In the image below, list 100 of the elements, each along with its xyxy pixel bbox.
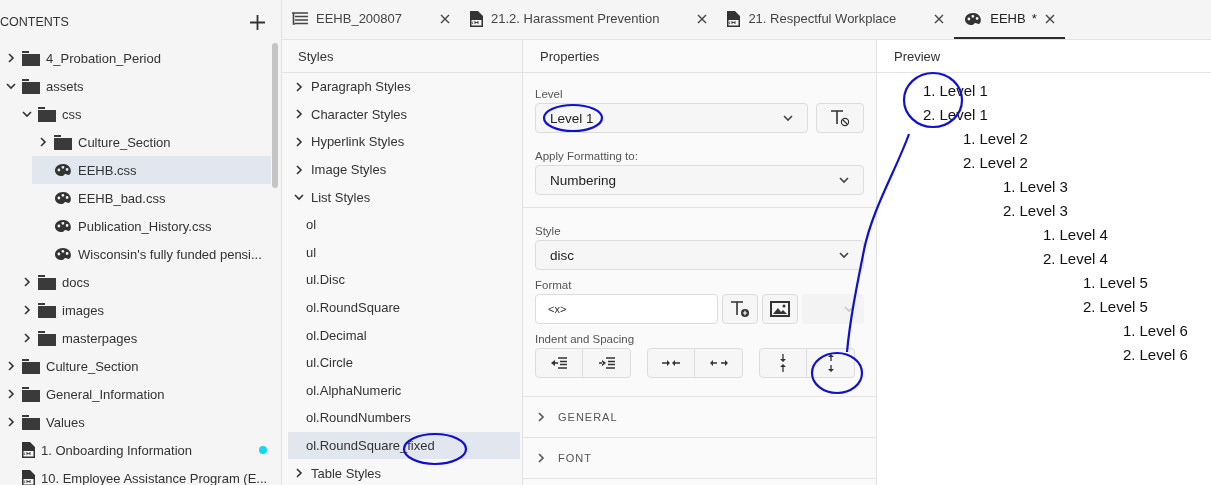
document-tab[interactable]: 21.2. Harassment Prevention (460, 0, 718, 39)
chevron-right-icon[interactable] (6, 53, 16, 63)
chevron-down-icon[interactable] (839, 175, 849, 185)
list-item-text: Level 6 (1139, 321, 1188, 339)
chevron-right-icon[interactable] (6, 389, 16, 399)
style-item[interactable]: ol.RoundSquare (288, 293, 520, 322)
style-item[interactable]: ul.Circle (288, 348, 520, 377)
list-item-text: Level 5 (1099, 297, 1148, 315)
section-header[interactable]: FONT (523, 438, 876, 479)
apply-formatting-dropdown[interactable]: Numbering (535, 165, 864, 195)
style-item[interactable]: ul.Disc (288, 266, 520, 294)
increase-spacing-button[interactable] (807, 348, 855, 378)
list-number: 2. (1043, 249, 1056, 267)
close-icon[interactable] (440, 13, 450, 24)
tree-item[interactable]: Values (0, 408, 271, 436)
style-item[interactable]: ul (288, 238, 520, 267)
tree-item[interactable]: EEHB.css (32, 156, 271, 184)
close-icon[interactable] (697, 13, 708, 24)
list-number: 1. (1123, 321, 1136, 339)
outdent-button[interactable] (535, 348, 583, 378)
chevron-right-icon[interactable] (536, 412, 546, 422)
style-category[interactable]: Character Styles (282, 100, 522, 129)
style-item[interactable]: ol.RoundNumbers (288, 404, 520, 432)
list-number: 1. (963, 129, 976, 147)
tab-label: 21.2. Harassment Prevention (491, 11, 660, 26)
tab-label: EEHB (990, 11, 1026, 26)
style-category[interactable]: List Styles (282, 183, 522, 211)
style-category[interactable]: Image Styles (282, 155, 522, 184)
chevron-right-icon[interactable] (536, 453, 546, 463)
chevron-right-icon[interactable] (22, 277, 32, 287)
scrollbar[interactable] (272, 43, 278, 188)
decrease-indent-button[interactable] (647, 348, 695, 378)
style-item[interactable]: ol.AlphaNumeric (288, 376, 520, 405)
chevron-right-icon[interactable] (294, 109, 304, 120)
section-header[interactable]: GENERAL (523, 397, 876, 438)
clear-format-button[interactable] (816, 103, 864, 133)
folder-icon (22, 386, 40, 402)
document-tab[interactable]: 21. Respectful Workplace (717, 0, 955, 39)
style-category[interactable]: Table Styles (282, 459, 522, 485)
modified-dot (259, 446, 267, 454)
outdent-icon (551, 357, 567, 369)
chevron-down-icon[interactable] (294, 192, 304, 203)
chevron-down-icon[interactable] (839, 250, 849, 260)
increase-indent-button[interactable] (695, 348, 743, 378)
tree-item[interactable]: Wisconsin's fully funded pensi... (0, 240, 271, 268)
chevron-right-icon[interactable] (294, 81, 304, 92)
tree-item[interactable]: 4_Probation_Period (0, 44, 271, 72)
insert-image-button[interactable] (762, 294, 798, 324)
chevron-down-icon[interactable] (6, 81, 16, 91)
tree-item[interactable]: Publication_History.css (0, 212, 271, 240)
folder-icon (22, 78, 40, 94)
close-icon[interactable] (1044, 13, 1055, 24)
decrease-spacing-button[interactable] (759, 348, 807, 378)
tree-item[interactable]: Culture_Section (0, 352, 271, 380)
chevron-right-icon[interactable] (294, 137, 304, 147)
chevron-down-icon[interactable] (844, 304, 854, 314)
insert-text-button[interactable] (722, 294, 758, 324)
tree-item[interactable]: masterpages (0, 324, 271, 352)
style-item[interactable]: ol.Decimal (288, 321, 520, 349)
chevron-right-icon[interactable] (22, 305, 32, 315)
style-category[interactable]: Hyperlink Styles (282, 128, 522, 156)
chevron-down-icon[interactable] (22, 109, 32, 119)
palette-icon (54, 163, 72, 177)
tree-item[interactable]: assets (0, 72, 271, 100)
tab-label: EEHB_200807 (316, 11, 402, 26)
chevron-right-icon[interactable] (38, 137, 48, 147)
folder-icon (38, 274, 56, 290)
level-dropdown[interactable]: Level 1 (535, 103, 808, 133)
format-field[interactable]: <x> (535, 294, 718, 324)
folder-icon (38, 302, 56, 318)
chevron-right-icon[interactable] (294, 468, 304, 479)
chevron-right-icon[interactable] (294, 164, 304, 175)
clear-format-icon (830, 109, 850, 127)
tree-item[interactable]: images (0, 296, 271, 324)
tree-item[interactable]: css (0, 100, 271, 128)
arrows-outward-icon (826, 354, 835, 372)
list-number: 1. (1043, 225, 1056, 243)
chevron-right-icon[interactable] (6, 417, 16, 427)
tree-item[interactable]: EEHB_bad.css (0, 184, 271, 212)
style-item[interactable]: ol (288, 210, 520, 239)
list-number: 2. (963, 153, 976, 171)
panel-title: Styles (282, 40, 522, 73)
style-dropdown[interactable]: disc (535, 240, 864, 270)
tree-item[interactable]: 10. Employee Assistance Program (E... (0, 464, 271, 485)
style-category[interactable]: Paragraph Styles (282, 73, 522, 101)
close-icon[interactable] (934, 13, 945, 24)
chevron-right-icon[interactable] (22, 333, 32, 343)
tree-item[interactable]: 1. Onboarding Information (0, 436, 271, 464)
chevron-down-icon[interactable] (783, 113, 793, 123)
palette-icon (964, 11, 983, 26)
arrows-outward-icon (709, 359, 728, 367)
panel-title: Properties (523, 40, 876, 73)
tree-item[interactable]: docs (0, 268, 271, 296)
tree-item[interactable]: General_Information (0, 380, 271, 408)
document-tab[interactable]: EEHB_200807 (282, 0, 460, 39)
tree-item[interactable]: Culture_Section (0, 128, 271, 156)
indent-button[interactable] (583, 348, 631, 378)
chevron-right-icon[interactable] (6, 361, 16, 371)
list-item-text: Level 5 (1099, 273, 1148, 291)
add-icon[interactable] (250, 14, 265, 30)
